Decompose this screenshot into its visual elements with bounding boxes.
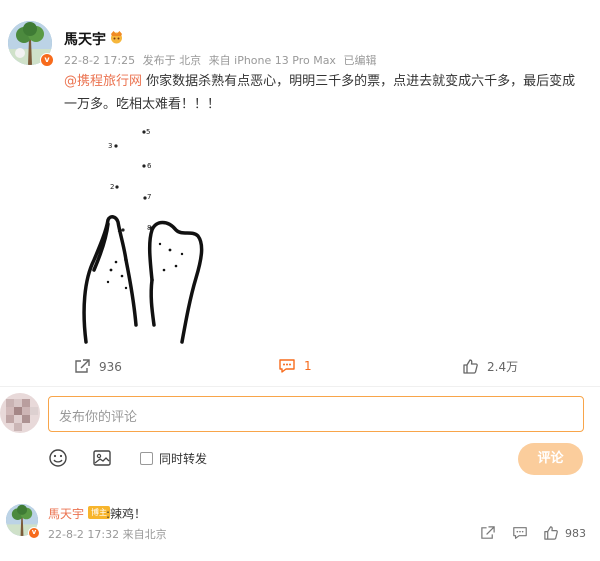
comment-count: 1 [304, 359, 312, 373]
comment-button[interactable]: 1 [278, 358, 312, 374]
post-time[interactable]: 22-8-2 17:25 [64, 54, 135, 67]
like-count: 2.4万 [487, 360, 519, 374]
comment-repost-icon[interactable] [480, 524, 496, 542]
dot-label: 2 [110, 183, 114, 191]
post-author-name[interactable]: 馬天宇 [64, 29, 106, 49]
comment-like-count: 983 [565, 527, 586, 540]
comment-icon [279, 359, 295, 373]
post-body: @携程旅行网 你家数据杀熟有点恶心，明明三千多的票，点进去就变成六千多，最后变成… [64, 70, 576, 116]
post-location: 发布于 北京 [142, 54, 202, 67]
dot-label: 6 [147, 162, 152, 170]
repost-icon [75, 359, 90, 373]
dot-label: 3 [108, 142, 112, 150]
also-repost-checkbox[interactable] [140, 452, 153, 465]
verified-badge-icon: v [28, 527, 40, 539]
current-user-avatar [0, 393, 40, 433]
comment-meta: 22-8-2 17:32 来自北京 [48, 526, 167, 542]
comment-text: :辣鸡！ [106, 507, 147, 521]
post-device: 来自 iPhone 13 Pro Max [208, 54, 336, 67]
crown-emoji-icon [111, 31, 122, 44]
comment-source: 来自北京 [122, 528, 167, 541]
comment-reply-icon[interactable] [512, 524, 528, 542]
post-edited: 已编辑 [343, 54, 377, 67]
verified-badge-icon: v [40, 53, 54, 67]
also-repost-toggle[interactable]: 同时转发 [140, 450, 207, 467]
emoji-icon[interactable] [48, 448, 68, 468]
pixelated-avatar-image [0, 393, 40, 433]
repost-button[interactable]: 936 [74, 358, 122, 375]
repost-count: 936 [99, 359, 122, 374]
comment-like-icon[interactable] [543, 524, 559, 542]
comment-input[interactable]: 发布你的评论 [48, 396, 584, 432]
submit-comment-button[interactable]: 评论 [518, 443, 583, 475]
also-repost-label: 同时转发 [159, 452, 208, 466]
image-icon[interactable] [92, 448, 112, 468]
post-image[interactable]: 5 3 6 2 7 1 8 [64, 120, 224, 350]
like-button[interactable]: 2.4万 [462, 358, 518, 375]
mention-link[interactable]: @携程旅行网 [64, 74, 142, 89]
comment-time: 22-8-2 17:32 [48, 528, 120, 541]
thumbs-up-icon [463, 359, 478, 374]
section-divider [0, 386, 600, 387]
post-action-bar: 936 1 2.4万 [0, 356, 600, 378]
dot-label: 5 [146, 128, 150, 136]
post-meta: 22-8-2 17:25 发布于 北京 来自 iPhone 13 Pro Max… [64, 52, 380, 68]
comment-author-name[interactable]: 馬天宇 [48, 505, 84, 522]
dot-label: 7 [147, 193, 151, 201]
